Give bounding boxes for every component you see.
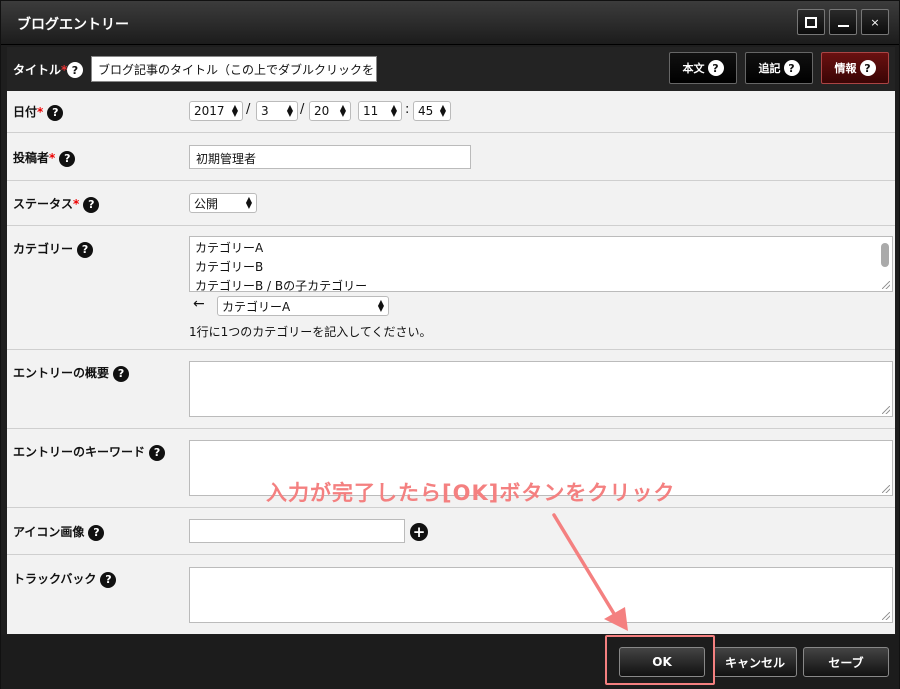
updown-icon: ▲ ▼ xyxy=(245,195,252,210)
author-row: 投稿者*? 初期管理者 xyxy=(7,133,895,181)
author-label: 投稿者*? xyxy=(13,149,76,167)
save-button[interactable]: セーブ xyxy=(803,647,889,677)
help-icon: ? xyxy=(707,60,724,76)
tab-additional[interactable]: 追記 ? xyxy=(745,52,813,84)
help-icon: ? xyxy=(77,241,94,258)
category-line: カテゴリーB xyxy=(195,260,264,274)
category-line: カテゴリーB / Bの子カテゴリー xyxy=(195,279,368,293)
updown-icon: ▲ ▼ xyxy=(439,103,446,118)
status-select[interactable]: 公開 ▲ ▼ xyxy=(189,193,257,213)
icon-image-input[interactable] xyxy=(189,519,405,543)
status-row: ステータス*? 公開 ▲ ▼ xyxy=(7,181,895,226)
icon-image-row: アイコン画像? + xyxy=(7,508,895,555)
category-select[interactable]: カテゴリーA ▲ ▼ xyxy=(217,296,389,316)
minimize-button[interactable] xyxy=(829,9,857,35)
close-button[interactable]: × xyxy=(861,9,889,35)
title-toolbar: タイトル* ? ブログ記事のタイトル（この上でダブルクリックをし 本文 ? 追記… xyxy=(7,47,895,91)
blog-entry-dialog: ブログエントリー × タイトル* ? ブログ記事のタイトル（この上でダブルクリッ… xyxy=(0,0,900,689)
help-icon: ? xyxy=(859,60,876,76)
maximize-icon xyxy=(805,16,817,28)
author-input[interactable]: 初期管理者 xyxy=(189,145,471,169)
tab-body[interactable]: 本文 ? xyxy=(669,52,737,84)
annotation-text: 入力が完了したら[OK]ボタンをクリック xyxy=(266,481,676,505)
summary-textarea[interactable] xyxy=(189,361,893,417)
updown-icon: ▲ ▼ xyxy=(339,103,346,118)
cancel-button[interactable]: キャンセル xyxy=(713,647,797,677)
resize-handle-icon[interactable] xyxy=(882,281,890,289)
tab-info[interactable]: 情報 ? xyxy=(821,52,889,84)
help-icon: ? xyxy=(83,196,100,213)
keywords-label: エントリーのキーワード? xyxy=(13,443,166,461)
updown-icon: ▲ ▼ xyxy=(286,103,293,118)
help-icon: ? xyxy=(783,60,800,76)
resize-handle-icon[interactable] xyxy=(882,485,890,493)
maximize-button[interactable] xyxy=(797,9,825,35)
help-icon: ? xyxy=(88,524,105,541)
resize-handle-icon[interactable] xyxy=(882,612,890,620)
insert-arrow-icon[interactable]: ← xyxy=(193,296,205,312)
scrollbar[interactable] xyxy=(881,243,889,267)
day-select[interactable]: 20 ▲ ▼ xyxy=(309,101,351,121)
category-note: 1行に1つのカテゴリーを記入してください。 xyxy=(189,325,432,339)
resize-handle-icon[interactable] xyxy=(882,406,890,414)
title-input[interactable]: ブログ記事のタイトル（この上でダブルクリックをし xyxy=(91,56,377,82)
title-label: タイトル* xyxy=(13,63,68,77)
dialog-footer: OK キャンセル セーブ xyxy=(1,635,899,689)
help-icon: ? xyxy=(100,571,117,588)
help-icon[interactable]: ? xyxy=(67,62,83,78)
help-icon: ? xyxy=(47,104,64,121)
updown-icon: ▲ ▼ xyxy=(377,298,384,313)
category-row: カテゴリー? カテゴリーA カテゴリーB カテゴリーB / Bの子カテゴリー ←… xyxy=(7,226,895,350)
icon-image-label: アイコン画像? xyxy=(13,523,105,541)
updown-icon: ▲ ▼ xyxy=(390,103,397,118)
trackback-textarea[interactable] xyxy=(189,567,893,623)
close-icon: × xyxy=(870,15,880,29)
trackback-row: トラックバック? xyxy=(7,555,895,634)
help-icon: ? xyxy=(149,444,166,461)
category-label: カテゴリー? xyxy=(13,240,94,258)
summary-row: エントリーの概要? xyxy=(7,350,895,429)
category-textarea[interactable]: カテゴリーA カテゴリーB カテゴリーB / Bの子カテゴリー xyxy=(189,236,893,293)
month-select[interactable]: 3 ▲ ▼ xyxy=(256,101,298,121)
entry-form: 日付*? 2017 ▲ ▼ / 3 ▲ ▼ / 20 ▲ ▼ 11 ▲ ▼ : 45 ▲ ▼ 投稿者… xyxy=(7,91,895,634)
minimize-icon xyxy=(837,25,849,27)
help-icon: ? xyxy=(113,365,130,382)
updown-icon: ▲ ▼ xyxy=(231,103,238,118)
date-label: 日付*? xyxy=(13,103,64,121)
title-bar: ブログエントリー × xyxy=(1,1,899,45)
ok-highlight-box xyxy=(605,635,715,685)
year-select[interactable]: 2017 ▲ ▼ xyxy=(189,101,243,121)
minute-select[interactable]: 45 ▲ ▼ xyxy=(413,101,451,121)
help-icon: ? xyxy=(59,150,76,167)
window-title: ブログエントリー xyxy=(17,17,129,33)
category-line: カテゴリーA xyxy=(195,241,264,255)
status-label: ステータス*? xyxy=(13,195,100,213)
hour-select[interactable]: 11 ▲ ▼ xyxy=(358,101,402,121)
summary-label: エントリーの概要? xyxy=(13,364,130,382)
add-icon[interactable]: + xyxy=(410,523,428,541)
trackback-label: トラックバック? xyxy=(13,570,117,588)
date-row: 日付*? 2017 ▲ ▼ / 3 ▲ ▼ / 20 ▲ ▼ 11 ▲ ▼ : 45 ▲ ▼ xyxy=(7,91,895,133)
